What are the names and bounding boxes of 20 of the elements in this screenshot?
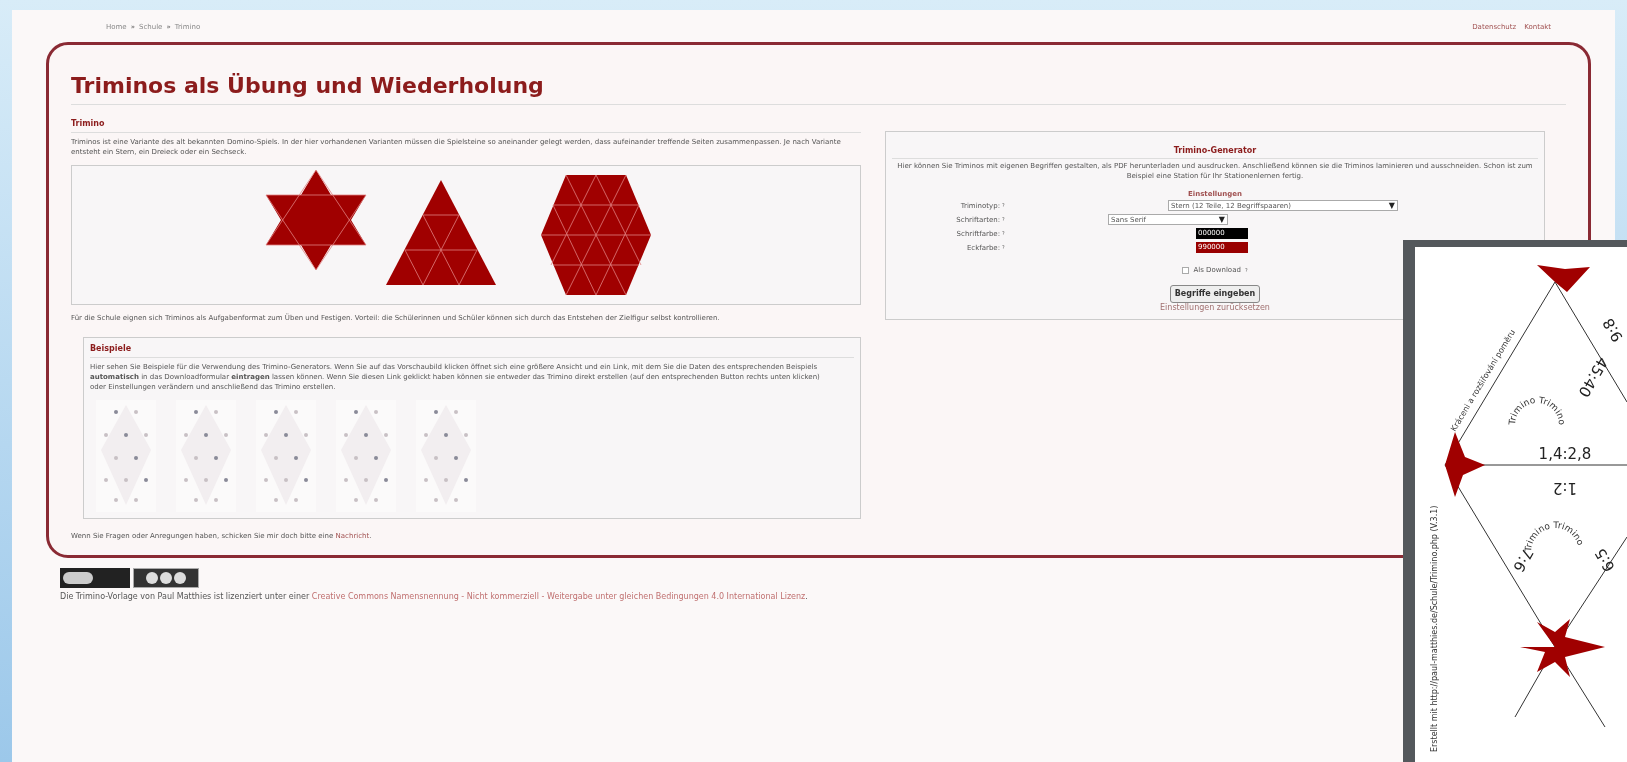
section-heading: Trimino: [71, 119, 861, 133]
page-title: Triminos als Übung und Wiederholung: [71, 59, 1566, 105]
enter-terms-button[interactable]: Begriffe eingeben: [1169, 285, 1261, 303]
tile-label: 9:8: [1599, 315, 1627, 345]
section-heading: Beispiele: [90, 344, 854, 358]
star-corner-icon: [1445, 432, 1485, 497]
tile-label: 1:2: [1552, 479, 1578, 497]
download-checkbox[interactable]: [1182, 266, 1190, 274]
caret-icon: ▼: [1218, 215, 1225, 224]
tile-label: 1,4:2,8: [1538, 445, 1592, 463]
caret-icon: ▼: [1388, 201, 1395, 210]
generator-title: Trimino-Generator: [892, 146, 1538, 159]
tile-label: 6:5: [1591, 545, 1619, 575]
license-text: Die Trimino-Vorlage von Paul Matthies ist lizenziert unter einer Creative Commons Namensnennung - Nicht kommerziell - Weitergabe unter gleichen Bedingungen 4.0 International Lizenz.: [59, 591, 809, 602]
star-corner-icon: [1520, 619, 1605, 677]
license-badge-icon[interactable]: [60, 568, 130, 588]
license-badge-icon[interactable]: [133, 568, 199, 588]
star-corner-icon: [1537, 265, 1590, 292]
credit-text: Erstellt mit http://paul-matthies.de/Schule/Trimino.php (V.3.1): [1430, 505, 1439, 752]
reset-link[interactable]: Einstellungen zurücksetzen: [1160, 303, 1270, 313]
